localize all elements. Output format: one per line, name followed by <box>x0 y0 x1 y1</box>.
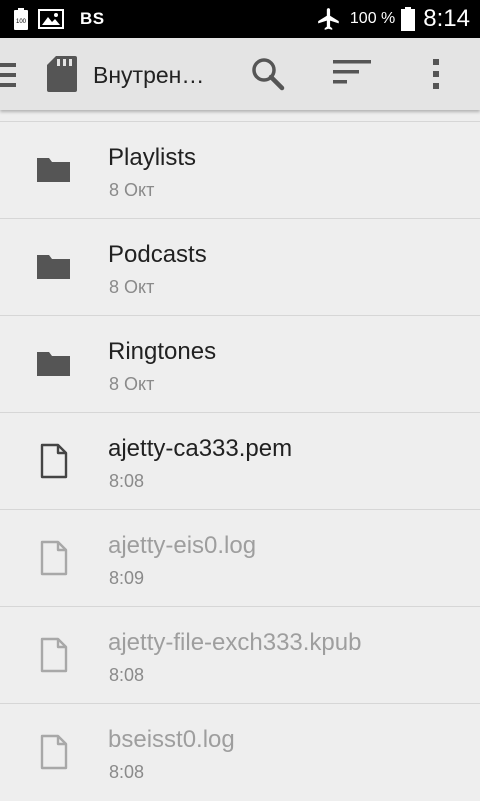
list-item[interactable]: ajetty-file-exch333.kpub 8:08 <box>0 607 480 704</box>
battery-notification-icon: 100 <box>14 8 28 30</box>
item-time: 8:08 <box>109 665 145 685</box>
status-bar: 100 BS 100 % 8:14 <box>0 0 480 38</box>
item-name: Playlists <box>108 144 197 171</box>
folder-icon <box>36 348 72 383</box>
svg-text:100: 100 <box>16 19 27 25</box>
item-name: ajetty-ca333.pem <box>108 435 293 462</box>
list-item[interactable]: Podcasts 8 Окт <box>0 219 480 316</box>
item-name: ajetty-file-exch333.kpub <box>108 629 362 656</box>
list-item[interactable]: Playlists 8 Окт <box>0 122 480 219</box>
item-date: 8 Окт <box>109 180 155 200</box>
clock: 8:14 <box>423 5 470 32</box>
item-time: 8:08 <box>109 471 145 491</box>
file-icon <box>40 540 68 581</box>
item-date: 8 Окт <box>109 374 155 394</box>
folder-icon <box>36 251 72 286</box>
item-time: 8:08 <box>109 762 145 782</box>
file-icon <box>40 734 68 775</box>
list-item[interactable]: bseisst0.log 8:08 <box>0 704 480 801</box>
item-name: bseisst0.log <box>108 726 235 753</box>
image-icon <box>38 9 64 29</box>
airplane-mode-icon <box>316 6 342 32</box>
folder-icon <box>36 154 72 189</box>
app-toolbar: Внутрен… <box>0 38 480 110</box>
search-icon[interactable] <box>250 56 286 97</box>
list-item[interactable]: ajetty-eis0.log 8:09 <box>0 510 480 607</box>
sort-icon[interactable] <box>332 58 372 93</box>
menu-icon[interactable] <box>0 60 18 90</box>
list-item[interactable]: Ringtones 8 Окт <box>0 316 480 413</box>
battery-icon <box>401 7 416 31</box>
more-vert-icon[interactable] <box>428 56 444 97</box>
list-item[interactable]: ajetty-ca333.pem 8:08 <box>0 413 480 510</box>
toolbar-title[interactable]: Внутрен… <box>93 62 204 89</box>
item-time: 8:09 <box>109 568 145 588</box>
battery-percent: 100 % <box>349 10 396 27</box>
carrier-label: BS <box>80 9 105 28</box>
item-name: Ringtones <box>108 338 217 365</box>
file-icon <box>40 443 68 484</box>
item-name: ajetty-eis0.log <box>108 532 257 559</box>
file-icon <box>40 637 68 678</box>
item-name: Podcasts <box>108 241 207 268</box>
item-date: 8 Окт <box>109 277 155 297</box>
sd-card-icon <box>46 55 78 98</box>
